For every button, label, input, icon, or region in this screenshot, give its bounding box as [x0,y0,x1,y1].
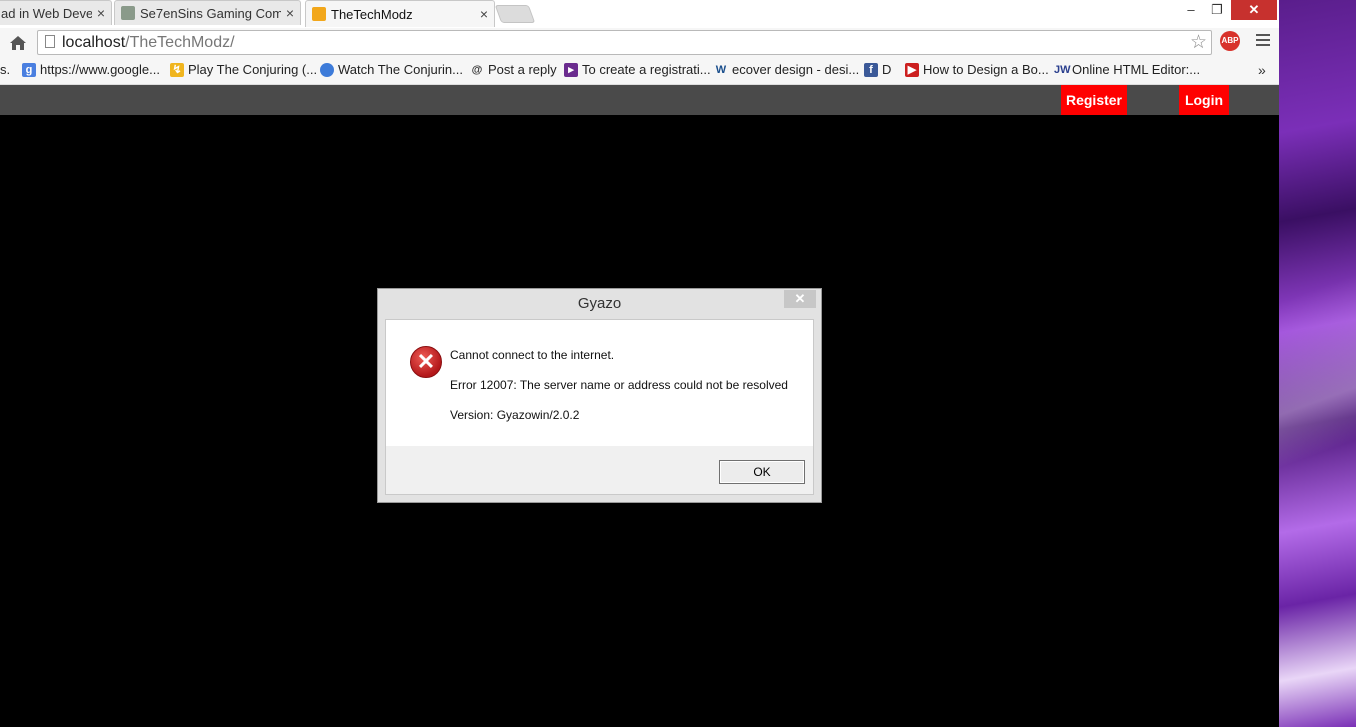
tab-close-icon[interactable]: × [286,5,294,21]
swirl-icon: @ [471,63,483,76]
browser-window: ad in Web Devel × Se7enSins Gaming Comm … [0,0,1279,727]
dialog-message-line1: Cannot connect to the internet. [450,348,615,362]
google-icon: g [22,62,36,77]
tab-title: Se7enSins Gaming Comm [140,5,281,21]
vs-icon: ▸ [564,62,578,77]
chrome-icon [320,62,334,77]
bookmark-label: To create a registrati... [582,62,711,77]
dialog-message-area: ✕ Cannot connect to the internet. Error … [386,320,813,446]
bookmark-item[interactable]: s. [0,62,10,77]
minimize-button[interactable]: – [1180,0,1202,20]
bookmark-item[interactable]: ▸ To create a registrati... [564,62,711,77]
tab-strip: ad in Web Devel × Se7enSins Gaming Comm … [0,0,1279,28]
restore-button[interactable]: ❐ [1206,0,1228,20]
bookmark-item[interactable]: JW Online HTML Editor:... [1054,62,1200,77]
bookmark-item[interactable]: @ Post a reply [470,62,557,77]
bookmark-label: D [882,62,892,77]
bookmark-item[interactable]: ▶ How to Design a Bo... [905,62,1049,77]
window-close-button[interactable]: ✕ [1231,0,1277,20]
bookmark-label: https://www.google... [40,62,160,77]
thetechmodz-favicon-icon [312,7,326,21]
bookmarks-bar: s. g https://www.google... ↯ Play The Conj… [0,58,1279,85]
chrome-menu-icon[interactable] [1256,34,1270,49]
youtube-icon: ▶ [905,62,919,77]
bookmark-label: Post a reply [488,62,557,77]
bookmark-item[interactable]: ↯ Play The Conjuring (... [170,62,317,77]
bookmark-item[interactable]: Wecover design - desi... [714,62,859,77]
dialog-close-button[interactable]: ✕ [784,290,816,308]
login-button[interactable]: Login [1179,85,1229,115]
facebook-icon: f [864,62,878,77]
home-icon[interactable] [8,33,28,53]
bookmark-label: s. [0,62,11,77]
address-bar[interactable]: localhost/TheTechModz/ ☆ [37,30,1212,55]
tab-thetechmodz[interactable]: TheTechModz × [305,0,495,27]
register-button[interactable]: Register [1061,85,1127,115]
tab-title: TheTechModz [331,6,413,22]
bookmark-label: Online HTML Editor:... [1072,62,1201,77]
tab-close-icon[interactable]: × [97,5,105,21]
bookmark-label: Play The Conjuring (... [188,62,318,77]
bookmark-star-icon[interactable]: ☆ [1190,31,1207,54]
bookmarks-overflow-icon[interactable]: » [1258,62,1266,78]
jw-icon: JW [1054,63,1071,76]
ok-button[interactable]: OK [719,460,805,484]
dialog-title: Gyazo [577,295,622,312]
bookmark-label: ecover design - desi... [732,62,860,77]
dialog-version-line: Version: Gyazowin/2.0.2 [450,408,580,422]
dialog-body: ✕ Cannot connect to the internet. Error … [385,319,814,495]
dialog-message-line2: Error 12007: The server name or address … [450,378,788,392]
tab-web-dev[interactable]: ad in Web Devel × [0,0,112,25]
se7ensins-favicon-icon [121,6,135,20]
play-icon: ↯ [170,62,184,77]
new-tab-button[interactable] [494,5,536,23]
w-icon: W [715,63,727,76]
bookmark-item[interactable]: Watch The Conjurin... [320,62,463,77]
tab-se7ensins[interactable]: Se7enSins Gaming Comm × [114,0,301,25]
url-host: localhost [62,34,126,51]
browser-toolbar: localhost/TheTechModz/ ☆ [0,28,1279,58]
bookmark-label: Watch The Conjurin... [338,62,463,77]
error-icon: ✕ [410,346,442,378]
tab-title: ad in Web Devel [1,5,92,21]
url-path: /TheTechModz/ [125,34,235,51]
adblock-plus-icon[interactable]: ABP [1220,31,1240,51]
bookmark-item[interactable]: fD [864,62,891,77]
desktop-wallpaper [1279,0,1356,727]
tab-close-icon[interactable]: × [480,6,488,22]
bookmark-item[interactable]: g https://www.google... [22,62,160,77]
bookmark-label: How to Design a Bo... [923,62,1049,77]
gyazo-error-dialog: Gyazo ✕ ✕ Cannot connect to the internet… [377,288,822,503]
page-icon [45,35,55,48]
